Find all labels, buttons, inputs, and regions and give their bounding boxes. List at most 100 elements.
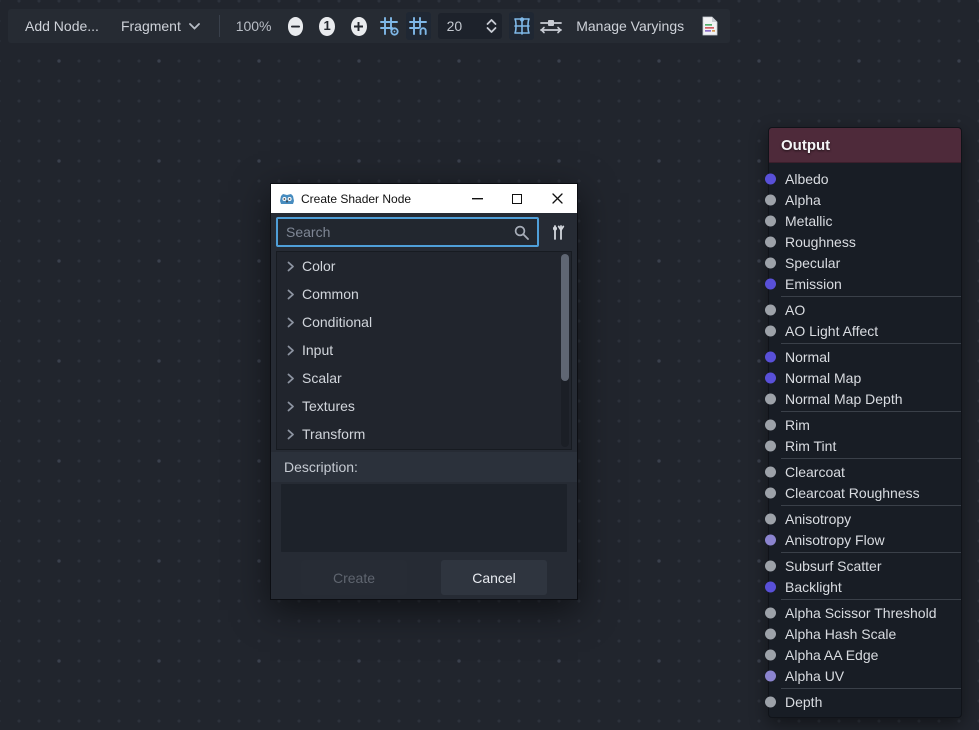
- chevron-right-icon[interactable]: [287, 373, 295, 384]
- toggle-grid-button[interactable]: [377, 12, 402, 40]
- maximize-icon: [512, 194, 522, 204]
- tree-item-input[interactable]: Input: [277, 336, 571, 364]
- port-group-separator: [781, 296, 961, 297]
- plus-icon: [354, 22, 363, 31]
- tree-item-textures[interactable]: Textures: [277, 392, 571, 420]
- port-connector-float[interactable]: [765, 628, 776, 639]
- search-options-button[interactable]: [544, 217, 572, 247]
- add-node-button[interactable]: Add Node...: [16, 14, 108, 38]
- port-connector-float[interactable]: [765, 649, 776, 660]
- snap-to-grid-button[interactable]: [406, 12, 431, 40]
- chevron-right-icon[interactable]: [287, 289, 295, 300]
- port-connector-vec3[interactable]: [765, 581, 776, 592]
- tree-item-label: Color: [302, 258, 335, 274]
- node-category-tree[interactable]: Color CommonConditional Input ScalarTexture…: [276, 251, 572, 450]
- port-connector-float[interactable]: [765, 257, 776, 268]
- port-label: Rim: [785, 417, 810, 433]
- zoom-out-button[interactable]: [288, 17, 304, 36]
- port-connector-float[interactable]: [765, 487, 776, 498]
- port-connector-float[interactable]: [765, 466, 776, 477]
- dialog-buttons-row: Create Cancel: [271, 556, 577, 599]
- cancel-button[interactable]: Cancel: [441, 560, 547, 595]
- chevron-right-icon[interactable]: [287, 345, 295, 356]
- view-shader-code-button[interactable]: [697, 12, 722, 40]
- create-button[interactable]: Create: [301, 560, 407, 595]
- preview-shader-button[interactable]: [509, 12, 534, 40]
- port-row-rim-tint: Rim Tint: [769, 435, 961, 456]
- port-connector-float[interactable]: [765, 696, 776, 707]
- tree-item-color[interactable]: Color: [277, 252, 571, 280]
- tree-scrollbar-thumb[interactable]: [561, 254, 569, 381]
- port-connector-vec3[interactable]: [765, 278, 776, 289]
- grid-snap-magnet-icon: [408, 16, 428, 36]
- port-row-normal: Normal: [769, 346, 961, 367]
- port-connector-float[interactable]: [765, 393, 776, 404]
- snap-distance-value: 20: [443, 18, 487, 34]
- output-node[interactable]: Output AlbedoAlphaMetallicRoughnessSpecu…: [768, 127, 962, 718]
- port-connector-vec3[interactable]: [765, 372, 776, 383]
- port-row-alpha-scissor-threshold: Alpha Scissor Threshold: [769, 602, 961, 623]
- tree-item-label: Input: [302, 342, 333, 358]
- zoom-reset-button[interactable]: 1: [319, 17, 335, 36]
- tree-item-scalar[interactable]: Scalar: [277, 364, 571, 392]
- shader-mode-dropdown[interactable]: Fragment: [112, 14, 209, 38]
- port-connector-float[interactable]: [765, 304, 776, 315]
- port-connector-vec2[interactable]: [765, 534, 776, 545]
- port-group-separator: [781, 458, 961, 459]
- port-connector-float[interactable]: [765, 607, 776, 618]
- port-label: Depth: [785, 694, 822, 710]
- port-connector-vec3[interactable]: [765, 351, 776, 362]
- port-connector-float[interactable]: [765, 236, 776, 247]
- port-row-anisotropy: Anisotropy: [769, 508, 961, 529]
- chevron-right-icon[interactable]: [287, 261, 295, 272]
- output-node-header[interactable]: Output: [769, 128, 961, 163]
- tree-scrollbar[interactable]: [561, 254, 569, 447]
- grid-settings-icon: [379, 16, 399, 36]
- godot-app-icon: [279, 191, 295, 207]
- spinbox-updown-icon[interactable]: [486, 18, 497, 34]
- manage-varyings-label: Manage Varyings: [576, 18, 684, 34]
- port-connector-float[interactable]: [765, 215, 776, 226]
- close-button[interactable]: [537, 184, 577, 213]
- port-row-albedo: Albedo: [769, 168, 961, 189]
- tree-item-transform[interactable]: Transform: [277, 420, 571, 448]
- snap-distance-spinbox[interactable]: 20: [438, 13, 503, 39]
- dialog-title: Create Shader Node: [301, 192, 457, 206]
- port-label: Clearcoat: [785, 464, 845, 480]
- port-label: Rim Tint: [785, 438, 836, 454]
- port-connector-float[interactable]: [765, 513, 776, 524]
- chevron-right-icon[interactable]: [287, 401, 295, 412]
- port-connector-vec2[interactable]: [765, 670, 776, 681]
- search-field[interactable]: [276, 217, 539, 247]
- tree-item-common[interactable]: Common: [277, 280, 571, 308]
- search-input[interactable]: [286, 224, 514, 240]
- port-connector-float[interactable]: [765, 325, 776, 336]
- dialog-titlebar[interactable]: Create Shader Node: [271, 184, 577, 213]
- port-row-emission: Emission: [769, 273, 961, 294]
- port-row-alpha: Alpha: [769, 189, 961, 210]
- minus-icon: [291, 22, 300, 31]
- maximize-button[interactable]: [497, 184, 537, 213]
- minimize-button[interactable]: [457, 184, 497, 213]
- port-connector-float[interactable]: [765, 194, 776, 205]
- port-label: Alpha UV: [785, 668, 844, 684]
- port-group-separator: [781, 688, 961, 689]
- port-row-anisotropy-flow: Anisotropy Flow: [769, 529, 961, 550]
- chevron-right-icon[interactable]: [287, 317, 295, 328]
- port-connector-float[interactable]: [765, 419, 776, 430]
- port-connector-float[interactable]: [765, 560, 776, 571]
- port-label: Metallic: [785, 213, 832, 229]
- shader-mode-value: Fragment: [121, 18, 181, 34]
- port-label: AO: [785, 302, 805, 318]
- port-row-metallic: Metallic: [769, 210, 961, 231]
- create-shader-node-dialog: Create Shader Node: [270, 183, 578, 600]
- port-connector-vec3[interactable]: [765, 173, 776, 184]
- port-row-clearcoat: Clearcoat: [769, 461, 961, 482]
- port-connector-float[interactable]: [765, 440, 776, 451]
- zoom-in-button[interactable]: [351, 17, 367, 36]
- port-label: Alpha AA Edge: [785, 647, 878, 663]
- chevron-right-icon[interactable]: [287, 429, 295, 440]
- tree-item-conditional[interactable]: Conditional: [277, 308, 571, 336]
- manage-varyings-button[interactable]: Manage Varyings: [567, 14, 693, 38]
- arrange-nodes-button[interactable]: [538, 12, 563, 40]
